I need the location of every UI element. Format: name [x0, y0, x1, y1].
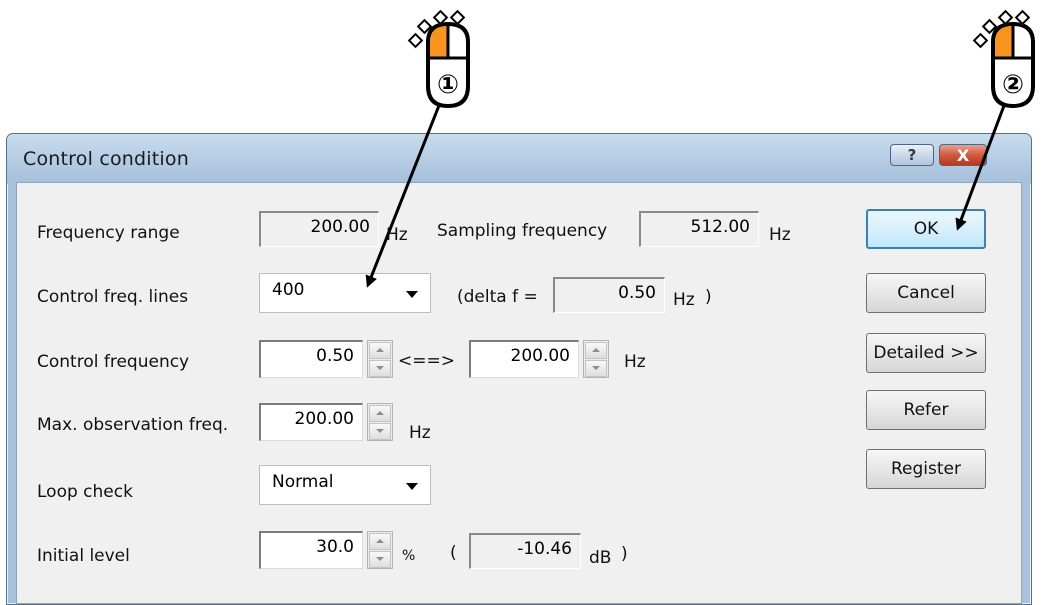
spin-up-button[interactable] — [369, 405, 391, 422]
close-icon: X — [956, 145, 970, 165]
initial-level-input[interactable]: 30.0 — [259, 531, 363, 569]
arrow-up-icon — [376, 411, 384, 415]
detailed-button[interactable]: Detailed >> — [866, 333, 986, 373]
register-button[interactable]: Register — [866, 449, 986, 489]
max-observation-freq-input[interactable]: 200.00 — [259, 403, 363, 441]
help-button[interactable]: ? — [890, 144, 934, 166]
frequency-range-unit: Hz — [386, 225, 408, 245]
frequency-range-label: Frequency range — [37, 223, 180, 243]
step-number-2: ② — [1002, 70, 1025, 100]
sampling-frequency-field: 512.00 — [639, 211, 759, 247]
loop-check-value: Normal — [272, 472, 334, 492]
delta-f-unit: Hz — [673, 290, 695, 310]
sampling-frequency-label: Sampling frequency — [437, 221, 608, 241]
spin-up-button[interactable] — [369, 342, 391, 359]
sampling-frequency-unit: Hz — [769, 225, 791, 245]
initial-level-db-close: ) — [621, 544, 628, 564]
arrow-down-icon — [376, 429, 384, 433]
initial-level-label: Initial level — [37, 546, 130, 566]
arrow-down-icon — [376, 557, 384, 561]
ok-button[interactable]: OK — [866, 209, 986, 249]
title-bar[interactable]: Control condition ? X — [7, 134, 1031, 184]
mouse-click-annotation-2: ② — [972, 8, 1043, 118]
loop-check-select[interactable]: Normal — [259, 465, 431, 505]
dialog-body: Frequency range 200.00 Hz Sampling frequ… — [16, 182, 1022, 604]
control-freq-lines-label: Control freq. lines — [37, 287, 189, 307]
max-observation-freq-spinner[interactable] — [367, 403, 393, 441]
arrow-down-icon — [376, 366, 384, 370]
close-button[interactable]: X — [939, 144, 987, 166]
chevron-down-icon — [406, 291, 418, 298]
initial-level-db-field: -10.46 — [469, 533, 581, 569]
arrow-up-icon — [376, 348, 384, 352]
cancel-button[interactable]: Cancel — [866, 273, 986, 313]
control-frequency-separator: <==> — [398, 351, 455, 371]
refer-button[interactable]: Refer — [866, 390, 986, 430]
max-observation-freq-label: Max. observation freq. — [37, 415, 229, 435]
control-frequency-unit: Hz — [624, 352, 646, 372]
spin-up-button[interactable] — [369, 533, 391, 550]
spin-down-button[interactable] — [369, 423, 391, 440]
frequency-range-field: 200.00 — [259, 211, 379, 247]
initial-level-spinner[interactable] — [367, 531, 393, 569]
arrow-down-icon — [592, 366, 600, 370]
spin-down-button[interactable] — [585, 360, 607, 377]
arrow-up-icon — [592, 348, 600, 352]
max-observation-freq-unit: Hz — [409, 423, 431, 443]
control-frequency-to-spinner[interactable] — [583, 340, 609, 378]
help-icon: ? — [907, 146, 917, 164]
window-title: Control condition — [23, 148, 189, 170]
spin-down-button[interactable] — [369, 551, 391, 568]
spin-down-button[interactable] — [369, 360, 391, 377]
mouse-click-annotation-1: ① — [407, 8, 488, 118]
control-frequency-to-input[interactable]: 200.00 — [469, 340, 579, 378]
initial-level-db-open: ( — [450, 543, 457, 563]
control-frequency-from-input[interactable]: 0.50 — [259, 340, 363, 378]
step-number-1: ① — [437, 70, 460, 100]
control-freq-lines-select[interactable]: 400 — [259, 273, 431, 313]
delta-f-label: (delta f = — [457, 287, 538, 307]
control-frequency-label: Control frequency — [37, 352, 190, 372]
control-frequency-from-spinner[interactable] — [367, 340, 393, 378]
control-condition-dialog: Control condition ? X Frequency range 20… — [6, 133, 1032, 605]
initial-level-unit: % — [402, 548, 416, 564]
arrow-up-icon — [376, 539, 384, 543]
control-freq-lines-value: 400 — [272, 280, 305, 300]
initial-level-db-unit: dB — [589, 548, 612, 568]
spin-up-button[interactable] — [585, 342, 607, 359]
delta-f-close: ) — [705, 287, 712, 307]
loop-check-label: Loop check — [37, 482, 133, 502]
delta-f-field: 0.50 — [553, 277, 665, 313]
chevron-down-icon — [406, 483, 418, 490]
